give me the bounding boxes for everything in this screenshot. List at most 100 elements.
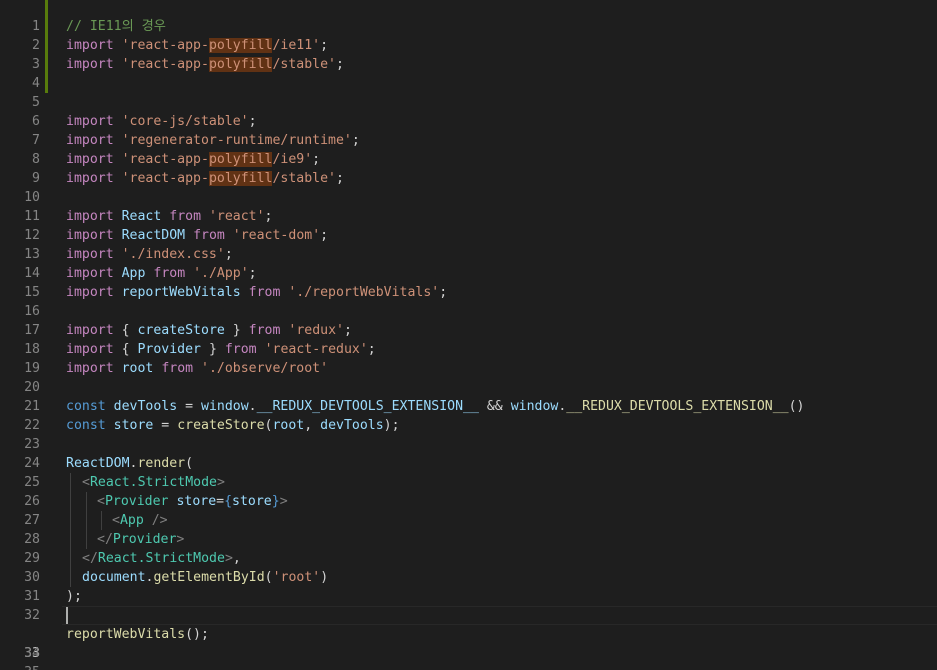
indent-guide [70,473,71,492]
keyword-from: from [153,266,186,281]
code-line[interactable]: 27 <Provider store={store}> [0,492,937,528]
brace: } [201,342,217,357]
semicolon: ; [224,247,233,262]
semicolon: ; [320,38,329,53]
string: 'react-app- [121,152,209,167]
string: /ie11' [272,38,321,53]
code-text: import 'react-app-polyfill/stable'; [66,169,344,188]
code-line[interactable]: 29 </Provider> [0,530,937,566]
code-text: import 'react-app-polyfill/stable'; [66,55,344,74]
code-line[interactable]: 30 </React.StrictMode>, [0,549,937,585]
code-line[interactable]: 8 import 'regenerator-runtime/runtime'; [0,131,937,167]
code-line[interactable]: 2 // IE11의 경우 [0,17,937,53]
string: 'root' [272,570,321,585]
code-text: ReactDOM.render( [66,454,193,473]
code-line[interactable]: 26 <React.StrictMode> [0,473,937,509]
identifier: root [272,418,305,433]
code-line[interactable]: 10 import 'react-app-polyfill/stable'; [0,169,937,205]
jsx-attribute: store [176,494,217,509]
code-line[interactable]: 16 import reportWebVitals from './report… [0,283,937,319]
code-line[interactable]: 22 const devTools = window.__REDUX_DEVTO… [0,397,937,433]
indent-guide [86,492,87,511]
jsx-bracket: </ [82,551,98,566]
code-text: import './index.css'; [66,245,233,264]
keyword-import: import [66,323,114,338]
identifier: store [232,494,272,509]
code-text: import ReactDOM from 'react-dom'; [66,226,328,245]
code-line[interactable]: 28 <App /> [0,511,937,547]
code-line[interactable]: 24 [0,435,937,471]
code-line[interactable]: 4 import 'react-app-polyfill/stable'; [0,55,937,91]
code-line[interactable]: 13 import ReactDOM from 'react-dom'; [0,226,937,262]
keyword-from: from [169,209,202,224]
string: /stable' [272,171,336,186]
jsx-tag: React.StrictMode [97,551,225,566]
code-line[interactable]: 12 import React from 'react'; [0,207,937,243]
string: './index.css' [121,247,225,262]
code-editor[interactable]: 1 2 // IE11의 경우 3 import 'react-app-poly… [0,0,937,670]
operator: = [153,418,178,433]
code-line[interactable]: 5 [0,74,937,110]
code-line[interactable]: 32 ); [0,587,937,623]
jsx-bracket: > [279,494,288,509]
string: 'core-js/stable' [121,114,249,129]
search-highlight: polyfill [208,57,273,72]
code-text: import root from './observe/root' [66,359,328,378]
code-line[interactable]: 31 document.getElementById('root') [0,568,937,604]
operator: = [177,399,202,414]
code-text: import App from './App'; [66,264,257,283]
code-line[interactable]: 7 import 'core-js/stable'; [0,112,937,148]
code-line[interactable]: 15 import App from './App'; [0,264,937,300]
jsx-bracket: < [112,513,120,528]
code-text: import React from 'react'; [66,207,273,226]
indent-guide [70,511,71,530]
keyword-const: const [66,399,106,414]
keyword-import: import [66,38,114,53]
code-line[interactable]: 21 [0,378,937,414]
code-line[interactable]: 6 [0,93,937,129]
identifier: createStore [137,323,225,338]
code-line[interactable]: 11 [0,188,937,224]
string: './reportWebVitals' [288,285,440,300]
code-line[interactable]: 34 reportWebVitals(); [0,625,937,661]
code-line[interactable]: 19 import { Provider } from 'react-redux… [0,340,937,376]
code-text: ); [66,587,82,606]
keyword-import: import [66,209,114,224]
code-line[interactable]: 20 import root from './observe/root' [0,359,937,395]
code-text: </React.StrictMode>, [82,549,241,568]
keyword-import: import [66,342,114,357]
semicolon: ; [336,57,344,72]
code-line[interactable]: 23 const store = createStore(root, devTo… [0,416,937,452]
keyword-from: from [248,285,281,300]
code-line[interactable]: 3 import 'react-app-polyfill/ie11'; [0,36,937,72]
code-line[interactable]: 35 [0,644,937,670]
identifier: devTools [320,418,384,433]
code-text: import { Provider } from 'react-redux'; [66,340,376,359]
dot: . [248,399,257,414]
jsx-tag: Provider [104,494,169,509]
string: 'react-app- [121,38,209,53]
code-line[interactable]: 9 import 'react-app-polyfill/ie9'; [0,150,937,186]
semicolon: ; [351,133,360,148]
keyword-import: import [66,57,114,72]
code-line[interactable]: 25 ReactDOM.render( [0,454,937,490]
string: 'react' [208,209,265,224]
search-highlight: polyfill [208,171,273,186]
code-line[interactable]: 18 import { createStore } from 'redux'; [0,321,937,357]
git-added-marker [45,17,48,36]
keyword-const: const [66,418,106,433]
identifier: Provider [137,342,202,357]
code-line[interactable]: 1 [0,0,937,34]
code-line[interactable]: 14 import './index.css'; [0,245,937,281]
keyword-from: from [224,342,257,357]
string: /ie9' [272,152,313,167]
operator: && [478,399,511,414]
current-code-line[interactable]: 33 [0,606,937,661]
git-added-marker [45,0,48,17]
string: 'redux' [288,323,344,338]
keyword-import: import [66,133,114,148]
brace: } [224,323,241,338]
keyword-from: from [248,323,281,338]
function-name: reportWebVitals [66,627,186,642]
code-line[interactable]: 17 [0,302,937,338]
